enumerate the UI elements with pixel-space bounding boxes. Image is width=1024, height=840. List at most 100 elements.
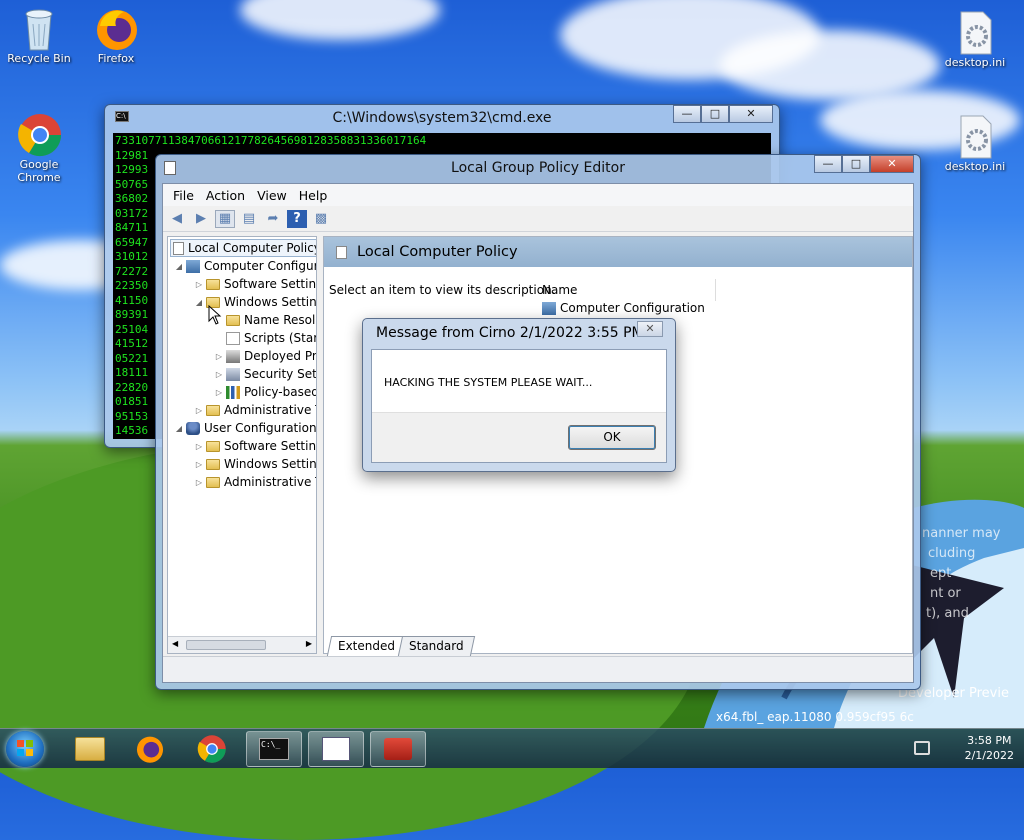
menu-bar: File Action View Help [163,184,913,206]
tree-item-name-resolution-policy[interactable]: Name Resolut [214,311,316,329]
start-button[interactable] [6,731,44,767]
tree-item-user-windows-settings[interactable]: ▷ Windows Setting [194,455,316,473]
taskbar-toolbox[interactable] [370,731,426,767]
desktop-icon-desktop-ini[interactable]: desktop.ini [939,114,1011,173]
expand-arrow-icon[interactable]: ▷ [194,280,204,289]
tree-horizontal-scrollbar[interactable]: ◀ ▶ [168,636,316,653]
policy-tree[interactable]: Local Computer Policy ◢ Computer Configu… [167,236,317,654]
desktop-icon-label: Google Chrome [17,158,61,184]
maximize-button[interactable]: □ [842,155,870,173]
tab-standard[interactable]: Standard [397,636,475,656]
status-bar [163,656,913,682]
show-hide-tree-icon[interactable]: ▦ [215,209,235,228]
dialog-message: HACKING THE SYSTEM PLEASE WAIT... [384,376,593,389]
cmd-titlebar[interactable]: C:\ C:\Windows\system32\cmd.exe — □ ✕ [105,105,779,131]
taskbar-chrome[interactable] [184,731,240,767]
watermark-text: t), and [926,606,969,621]
gpedit-title: Local Group Policy Editor [451,160,625,176]
watermark-text: nanner may [922,526,1001,541]
expand-arrow-icon[interactable]: ▷ [194,406,204,415]
console-line: 7331077113847066121778264569812835883133… [115,134,427,147]
menu-file[interactable]: File [167,188,200,203]
dialog-close-button[interactable]: ✕ [637,321,663,337]
scroll-right-icon[interactable]: ▶ [306,639,312,648]
cmd-icon: C:\_ [259,738,289,760]
tree-item-security-settings[interactable]: ▷ Security Settin [214,365,316,383]
taskbar-file-explorer[interactable] [62,731,118,767]
tree-item-user-software-settings[interactable]: ▷ Software Settings [194,437,316,455]
toolbox-icon [384,738,412,760]
maximize-button[interactable]: □ [701,105,729,123]
tree-item-computer-configuration[interactable]: ◢ Computer Configura [174,257,316,275]
gpedit-titlebar[interactable]: Local Group Policy Editor — □ ✕ [156,155,920,181]
menu-action[interactable]: Action [200,188,251,203]
menu-view[interactable]: View [251,188,293,203]
minimize-button[interactable]: — [814,155,842,173]
expand-arrow-icon[interactable]: ▷ [214,352,224,361]
scroll-left-icon[interactable]: ◀ [172,639,178,648]
desktop-icon-recycle-bin[interactable]: Recycle Bin [3,6,75,65]
taskbar: C:\_ 3:58 PM 2/1/2022 [0,728,1024,768]
taskbar-gpedit[interactable] [308,731,364,767]
list-item[interactable]: Computer Configuration [540,301,705,315]
message-dialog[interactable]: Message from Cirno 2/1/2022 3:55 PM ✕ HA… [362,318,676,472]
desktop-icon-label: Firefox [97,52,135,65]
desktop-icon-firefox[interactable]: Firefox [80,6,152,65]
tree-item-policy-based-qos[interactable]: ▷ Policy-based [214,383,316,401]
scroll-thumb[interactable] [186,640,266,650]
folder-icon [206,476,220,488]
forward-arrow-icon[interactable]: ▶ [191,210,211,228]
computer-icon [542,301,556,315]
tree-item-administrative-templates[interactable]: ▷ Administrative Te [194,401,316,419]
desktop-icon-desktop-ini[interactable]: desktop.ini [939,10,1011,69]
expand-arrow-icon[interactable]: ▷ [194,478,204,487]
printer-icon [226,349,240,363]
desktop-icon-label: desktop.ini [944,56,1006,69]
expand-arrow-icon[interactable]: ▷ [214,388,224,397]
description-text: Select an item to view its description. [329,283,556,297]
collapse-arrow-icon[interactable]: ◢ [174,424,184,433]
tree-item-software-settings[interactable]: ▷ Software Settings [194,275,316,293]
menu-help[interactable]: Help [293,188,334,203]
firefox-icon [136,736,164,763]
taskbar-cmd[interactable]: C:\_ [246,731,302,767]
security-icon [226,367,240,381]
expand-arrow-icon[interactable]: ▷ [194,442,204,451]
dialog-title: Message from Cirno 2/1/2022 3:55 PM [376,325,644,341]
dialog-footer: OK [372,412,666,462]
show-hide-action-pane-icon[interactable]: ▩ [311,210,331,228]
properties-icon[interactable]: ▤ [239,210,259,228]
tree-item-user-configuration[interactable]: ◢ User Configuration [174,419,316,437]
tree-item-scripts[interactable]: Scripts (Startu [214,329,316,347]
collapse-arrow-icon[interactable]: ◢ [194,298,204,307]
minimize-button[interactable]: — [673,105,701,123]
export-list-icon[interactable]: ➦ [263,210,283,228]
close-button[interactable]: ✕ [870,155,914,173]
ok-button[interactable]: OK [568,425,656,450]
tree-item-user-administrative-templates[interactable]: ▷ Administrative Te [194,473,316,491]
settings-file-icon [953,114,997,159]
firefox-icon [94,6,138,50]
close-button[interactable]: ✕ [729,105,773,123]
desktop-icon-label: desktop.ini [944,160,1006,173]
chrome-icon [197,735,226,763]
toolbar: ◀ ▶ ▦ ▤ ➦ ? ▩ [163,206,913,232]
network-icon[interactable] [914,741,930,755]
policy-document-icon [336,245,347,259]
details-header: Local Computer Policy [324,237,912,267]
tab-extended[interactable]: Extended [326,636,407,656]
expand-arrow-icon[interactable]: ▷ [194,460,204,469]
back-arrow-icon[interactable]: ◀ [167,210,187,228]
desktop-icon-label: Recycle Bin [7,52,71,65]
taskbar-firefox[interactable] [122,731,178,767]
list-column-header-name[interactable]: Name [536,279,716,301]
policy-editor-icon [322,737,350,761]
system-clock[interactable]: 3:58 PM 2/1/2022 [965,733,1014,763]
help-icon[interactable]: ? [287,209,307,228]
settings-file-icon [953,10,997,55]
tree-item-deployed-printers[interactable]: ▷ Deployed Prin [214,347,316,365]
collapse-arrow-icon[interactable]: ◢ [174,262,184,271]
expand-arrow-icon[interactable]: ▷ [214,370,224,379]
desktop-icon-google-chrome[interactable]: Google Chrome [3,112,75,184]
tree-item-local-computer-policy[interactable]: Local Computer Policy [170,239,316,257]
